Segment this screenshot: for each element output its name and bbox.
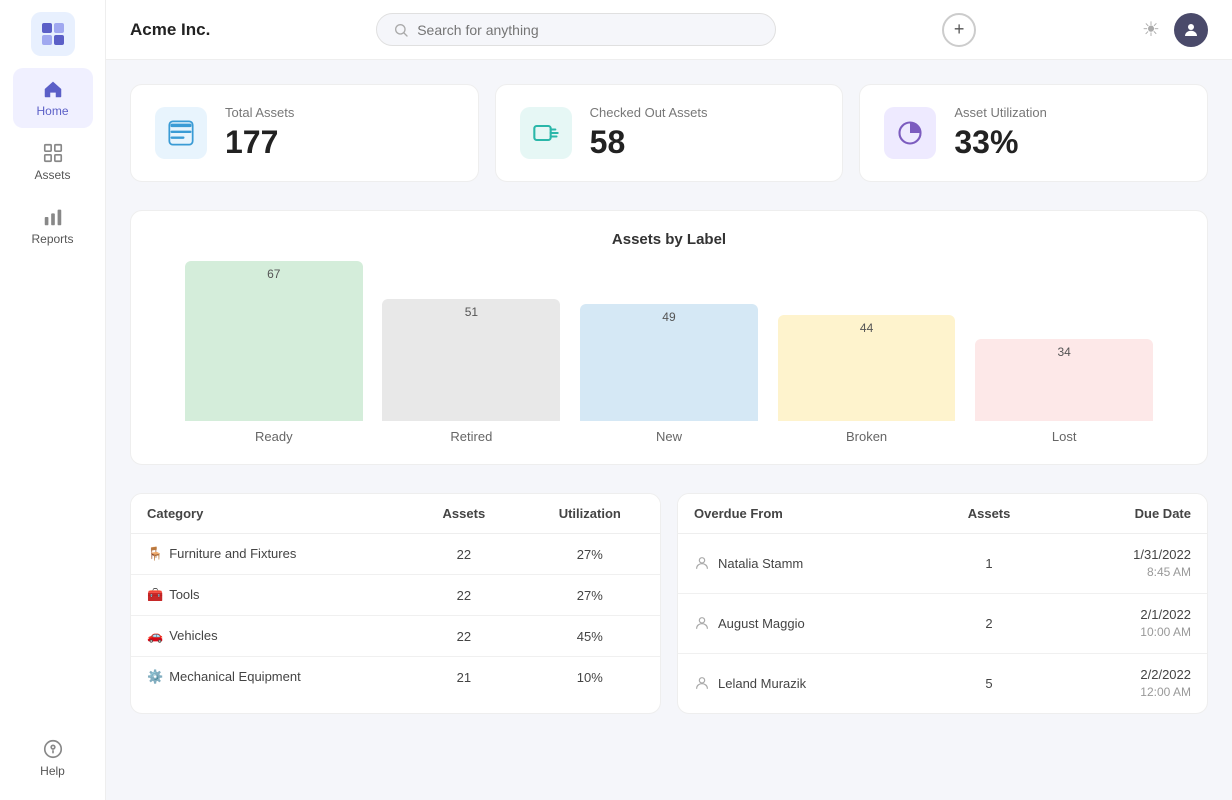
category-utilization: 10% [520,657,660,698]
search-icon [393,21,409,38]
chart-title: Assets by Label [155,231,1183,248]
utilization-info: Asset Utilization 33% [954,105,1046,161]
app-logo [31,12,75,56]
bar-ready: 67 [185,261,363,421]
total-assets-info: Total Assets 177 [225,105,294,161]
overdue-assets: 2 [925,593,1053,653]
category-assets: 21 [408,657,519,698]
topbar: Acme Inc. + ☀ [106,0,1232,60]
bar-col-lost: 34 Lost [965,261,1163,444]
sidebar-item-home[interactable]: Home [13,68,93,128]
checked-out-icon [520,107,572,159]
table-row: Leland Murazik 5 2/2/2022 12:00 AM [678,653,1207,712]
checked-out-info: Checked Out Assets 58 [590,105,708,161]
col-overdue-from: Overdue From [678,494,925,534]
table-row: 🚗Vehicles 22 45% [131,616,660,657]
table-row: ⚙️Mechanical Equipment 21 10% [131,657,660,698]
overdue-assets: 1 [925,534,1053,594]
bar-col-broken: 44 Broken [768,261,966,444]
person-icon [694,614,710,632]
utilization-value: 33% [954,124,1046,161]
checked-out-value: 58 [590,124,708,161]
table-row: 🪑Furniture and Fixtures 22 27% [131,534,660,575]
user-avatar[interactable] [1174,13,1208,47]
category-utilization: 27% [520,534,660,575]
category-name: ⚙️Mechanical Equipment [131,657,408,698]
stat-card-utilization: Asset Utilization 33% [859,84,1208,182]
utilization-icon [884,107,936,159]
col-utilization: Utilization [520,494,660,534]
overdue-table: Overdue From Assets Due Date [678,494,1207,713]
table-row: Natalia Stamm 1 1/31/2022 8:45 AM [678,534,1207,594]
topbar-right: ☀ [1142,13,1208,47]
search-bar[interactable] [376,13,776,46]
sidebar-item-help[interactable]: Help [13,728,93,788]
due-date: 2/1/2022 10:00 AM [1053,593,1207,653]
category-assets: 22 [408,616,519,657]
main-content: Acme Inc. + ☀ [106,0,1232,800]
stat-card-checked-out: Checked Out Assets 58 [495,84,844,182]
col-assets: Assets [408,494,519,534]
chart-area: 67 Ready 51 Retired 49 New [155,264,1183,444]
overdue-person: Leland Murazik [678,653,925,712]
stat-card-total-assets: Total Assets 177 [130,84,479,182]
due-date: 2/2/2022 12:00 AM [1053,653,1207,712]
sidebar-assets-label: Assets [34,168,70,182]
category-name: 🚗Vehicles [131,616,408,657]
category-assets: 22 [408,534,519,575]
table-row: 🧰Tools 22 27% [131,575,660,616]
search-input[interactable] [417,22,759,38]
total-assets-icon [155,107,207,159]
category-name: 🪑Furniture and Fixtures [131,534,408,575]
category-name: 🧰Tools [131,575,408,616]
page-content: Total Assets 177 Checked Out Assets 58 [106,60,1232,800]
col-overdue-assets: Assets [925,494,1053,534]
utilization-label: Asset Utilization [954,105,1046,120]
bar-label-broken: Broken [846,429,887,444]
checked-out-label: Checked Out Assets [590,105,708,120]
bar-new: 49 [580,304,758,421]
bar-label-retired: Retired [450,429,492,444]
total-assets-value: 177 [225,124,294,161]
bar-col-new: 49 New [570,261,768,444]
theme-toggle-icon[interactable]: ☀ [1142,17,1160,42]
col-due-date: Due Date [1053,494,1207,534]
col-category: Category [131,494,408,534]
bar-label-new: New [656,429,682,444]
table-row: August Maggio 2 2/1/2022 10:00 AM [678,593,1207,653]
bar-label-lost: Lost [1052,429,1077,444]
person-icon [694,674,710,692]
overdue-table-card: Overdue From Assets Due Date [677,493,1208,714]
sidebar-home-label: Home [36,104,68,118]
overdue-person: August Maggio [678,593,925,653]
sidebar-item-assets[interactable]: Assets [13,132,93,192]
bar-col-retired: 51 Retired [373,261,571,444]
category-table: Category Assets Utilization 🪑Furniture a… [131,494,660,697]
sidebar-reports-label: Reports [31,232,73,246]
bar-label-ready: Ready [255,429,293,444]
bar-retired: 51 [382,299,560,421]
due-date: 1/31/2022 8:45 AM [1053,534,1207,594]
sidebar: Home Assets Reports Help [0,0,106,800]
stat-cards: Total Assets 177 Checked Out Assets 58 [130,84,1208,182]
sidebar-bottom: Help [13,728,93,788]
overdue-person: Natalia Stamm [678,534,925,594]
category-table-card: Category Assets Utilization 🪑Furniture a… [130,493,661,714]
chart-section: Assets by Label 67 Ready 51 Retired 4 [130,210,1208,465]
bar-lost: 34 [975,339,1153,421]
total-assets-label: Total Assets [225,105,294,120]
person-icon [694,554,710,572]
bar-col-ready: 67 Ready [175,261,373,444]
sidebar-item-reports[interactable]: Reports [13,196,93,256]
category-assets: 22 [408,575,519,616]
overdue-assets: 5 [925,653,1053,712]
company-name: Acme Inc. [130,20,210,40]
category-utilization: 27% [520,575,660,616]
tables-row: Category Assets Utilization 🪑Furniture a… [130,493,1208,714]
bar-broken: 44 [778,315,956,421]
category-utilization: 45% [520,616,660,657]
add-button[interactable]: + [942,13,976,47]
sidebar-help-label: Help [40,764,65,778]
